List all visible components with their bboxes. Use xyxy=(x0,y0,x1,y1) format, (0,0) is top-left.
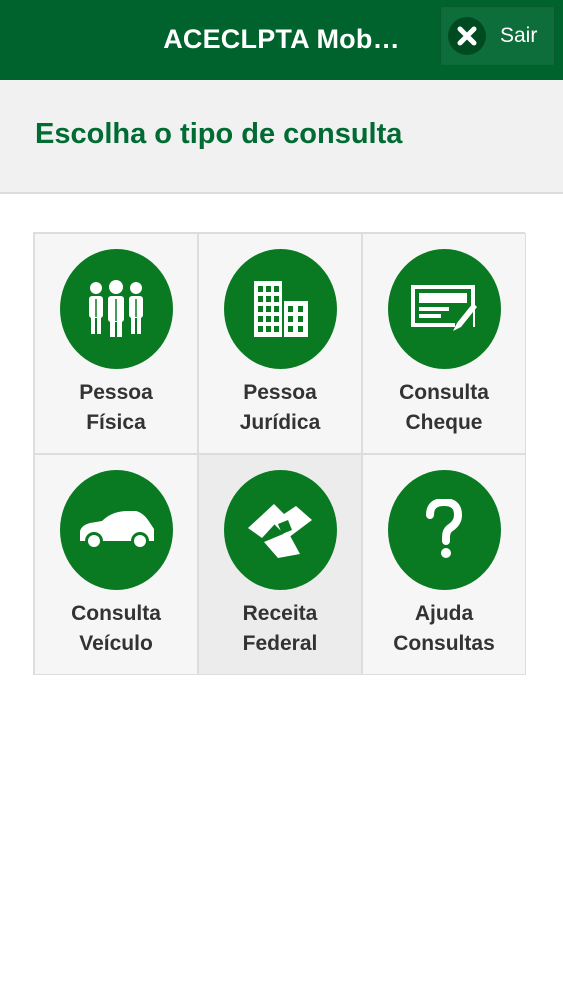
tile-label-line1: Consulta xyxy=(399,381,489,404)
page-title: Escolha o tipo de consulta xyxy=(35,118,403,150)
tile-label-line2: Federal xyxy=(242,632,318,655)
app-header: ACECLPTA Mob… Sair xyxy=(0,0,563,80)
tile-ajuda-consultas[interactable]: Ajuda Consultas xyxy=(362,454,526,675)
tile-label-line2: Veículo xyxy=(79,632,153,655)
exit-button[interactable]: Sair xyxy=(440,6,555,66)
tile-label-line2: Consultas xyxy=(393,632,495,655)
tile-label-line2: Cheque xyxy=(405,411,483,434)
tile-label-line1: Pessoa xyxy=(79,381,153,404)
consulta-grid: Pessoa Física Pessoa Jurídica Consulta C… xyxy=(33,232,526,675)
tile-consulta-cheque[interactable]: Consulta Cheque xyxy=(362,233,526,454)
page-subheader: Escolha o tipo de consulta xyxy=(0,80,563,194)
tile-label-line1: Ajuda xyxy=(414,602,474,625)
close-icon xyxy=(448,17,486,55)
tile-pessoa-juridica[interactable]: Pessoa Jurídica xyxy=(198,233,362,454)
tile-label-line1: Pessoa xyxy=(243,381,317,404)
exit-button-label: Sair xyxy=(500,24,538,47)
tile-label-line2: Física xyxy=(86,411,146,434)
buildings-icon xyxy=(223,249,337,369)
check-icon xyxy=(387,249,501,369)
tile-label-line2: Jurídica xyxy=(239,411,321,434)
tile-consulta-veiculo[interactable]: Consulta Veículo xyxy=(34,454,198,675)
question-mark-icon xyxy=(387,470,501,590)
tile-label-line1: Consulta xyxy=(71,602,161,625)
tile-label-line1: Receita xyxy=(242,602,318,625)
tile-receita-federal[interactable]: Receita Federal xyxy=(198,454,362,675)
car-icon xyxy=(59,470,173,590)
tile-pessoa-fisica[interactable]: Pessoa Física xyxy=(34,233,198,454)
people-icon xyxy=(59,249,173,369)
receita-federal-logo-icon xyxy=(223,470,337,590)
